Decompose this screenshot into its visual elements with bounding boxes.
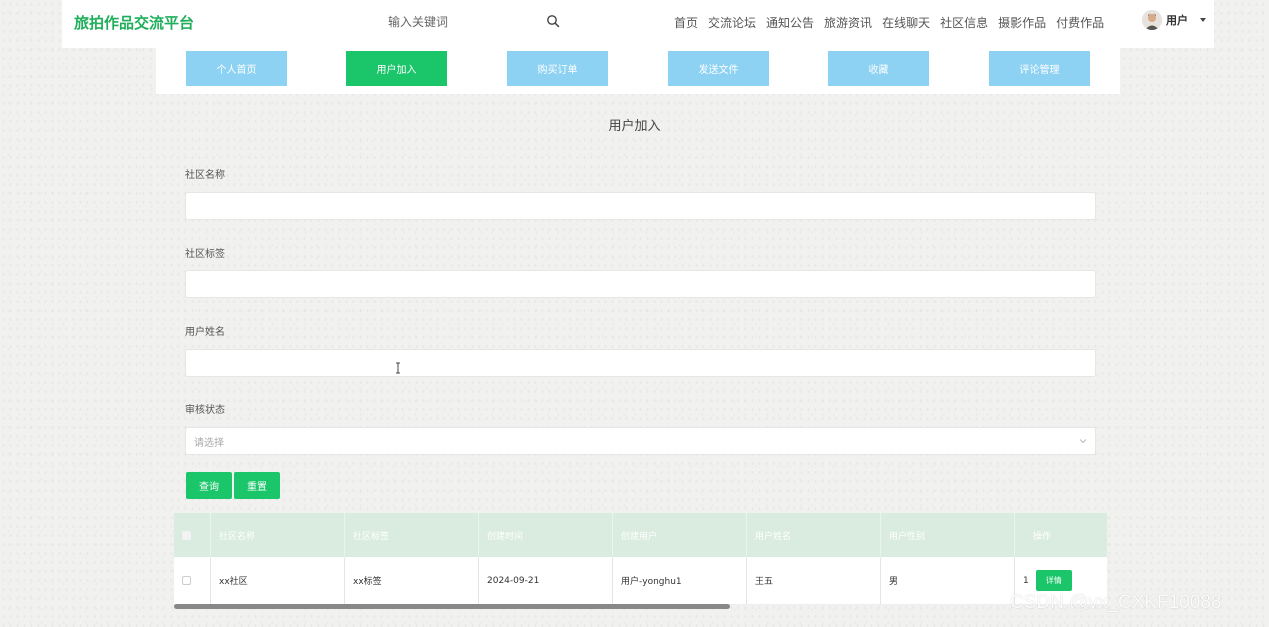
nav-item-home[interactable]: 首页 xyxy=(674,14,698,31)
tab-purchase-orders[interactable]: 购买订单 xyxy=(507,51,608,86)
page-title: 用户加入 xyxy=(608,119,661,134)
watermark: CSDN @vx_CXKF10088 xyxy=(1010,592,1222,613)
community-tag-label: 社区标签 xyxy=(185,249,225,260)
search-bar xyxy=(382,10,562,34)
cell-user-name: 王五 xyxy=(747,557,881,604)
nav-item-photography[interactable]: 摄影作品 xyxy=(998,14,1046,31)
header-community-name: 社区名称 xyxy=(211,513,345,557)
user-menu[interactable]: 用户 xyxy=(1142,10,1206,30)
nav-item-notice[interactable]: 通知公告 xyxy=(766,14,814,31)
header-created-time: 创建时间 xyxy=(479,513,613,557)
horizontal-scrollbar[interactable] xyxy=(174,604,730,609)
review-status-placeholder: 请选择 xyxy=(194,437,224,449)
user-name-input[interactable] xyxy=(185,349,1096,377)
header-actions: 操作 xyxy=(1033,531,1052,542)
nav-item-travel-news[interactable]: 旅游资讯 xyxy=(824,14,872,31)
tab-personal-home[interactable]: 个人首页 xyxy=(186,51,287,86)
user-name-label: 用户姓名 xyxy=(185,327,225,338)
cell-community-name: xx社区 xyxy=(211,557,345,604)
cell-community-tag: xx标签 xyxy=(345,557,479,604)
community-tag-input[interactable] xyxy=(185,270,1096,298)
user-avatar-icon xyxy=(1142,10,1162,30)
avatar[interactable] xyxy=(1142,10,1162,30)
detail-button[interactable]: 详情 xyxy=(1035,570,1072,591)
table-row: xx社区 xx标签 2024-09-21 用户-yonghu1 王五 男 1 详… xyxy=(174,557,1107,605)
reset-button[interactable]: 重置 xyxy=(234,472,280,499)
nav-item-paid-works[interactable]: 付费作品 xyxy=(1056,14,1104,31)
header-user-name: 用户姓名 xyxy=(747,513,881,557)
search-input[interactable] xyxy=(382,15,532,29)
review-status-label: 审核状态 xyxy=(185,405,225,416)
community-name-input[interactable] xyxy=(185,192,1096,220)
results-table: 社区名称 社区标签 创建时间 创建用户 用户姓名 用户性别 操作 xx社区 xx… xyxy=(174,513,1107,605)
chevron-down-icon xyxy=(1079,439,1087,444)
chevron-down-icon[interactable] xyxy=(1200,18,1206,22)
tab-favorites[interactable]: 收藏 xyxy=(828,51,929,86)
user-name[interactable]: 用户 xyxy=(1166,12,1188,28)
text-cursor-icon xyxy=(396,362,400,374)
cell-created-time: 2024-09-21 xyxy=(479,557,613,604)
select-all-checkbox[interactable] xyxy=(182,530,191,540)
tab-comment-management[interactable]: 评论管理 xyxy=(989,51,1090,86)
main-nav: 首页 交流论坛 通知公告 旅游资讯 在线聊天 社区信息 摄影作品 付费作品 xyxy=(674,14,1114,31)
nav-item-community[interactable]: 社区信息 xyxy=(940,14,988,31)
cell-creator: 用户-yonghu1 xyxy=(613,557,747,604)
header-select-cell xyxy=(174,513,211,557)
tab-user-join[interactable]: 用户加入 xyxy=(346,51,447,86)
community-name-label: 社区名称 xyxy=(185,170,225,181)
center-tabs-panel: 个人首页 用户加入 购买订单 发送文件 收藏 评论管理 xyxy=(156,48,1120,94)
nav-item-forum[interactable]: 交流论坛 xyxy=(708,14,756,31)
header-user-gender: 用户性别 xyxy=(881,513,1015,557)
tab-send-files[interactable]: 发送文件 xyxy=(668,51,769,86)
review-status-select[interactable]: 请选择 xyxy=(185,427,1096,455)
search-icon[interactable] xyxy=(546,14,560,28)
cell-user-gender: 男 xyxy=(881,557,1015,604)
query-button[interactable]: 查询 xyxy=(186,472,232,499)
row-checkbox[interactable] xyxy=(182,576,191,585)
cell-index: 1 xyxy=(1023,575,1029,586)
row-select-cell xyxy=(174,557,211,604)
table-header: 社区名称 社区标签 创建时间 创建用户 用户姓名 用户性别 操作 xyxy=(174,513,1107,557)
header-creator: 创建用户 xyxy=(613,513,747,557)
top-header: 旅拍作品交流平台 首页 交流论坛 通知公告 旅游资讯 在线聊天 社区信息 摄影作… xyxy=(62,0,1214,48)
header-community-tag: 社区标签 xyxy=(345,513,479,557)
nav-item-chat[interactable]: 在线聊天 xyxy=(882,14,930,31)
site-logo[interactable]: 旅拍作品交流平台 xyxy=(74,12,194,33)
